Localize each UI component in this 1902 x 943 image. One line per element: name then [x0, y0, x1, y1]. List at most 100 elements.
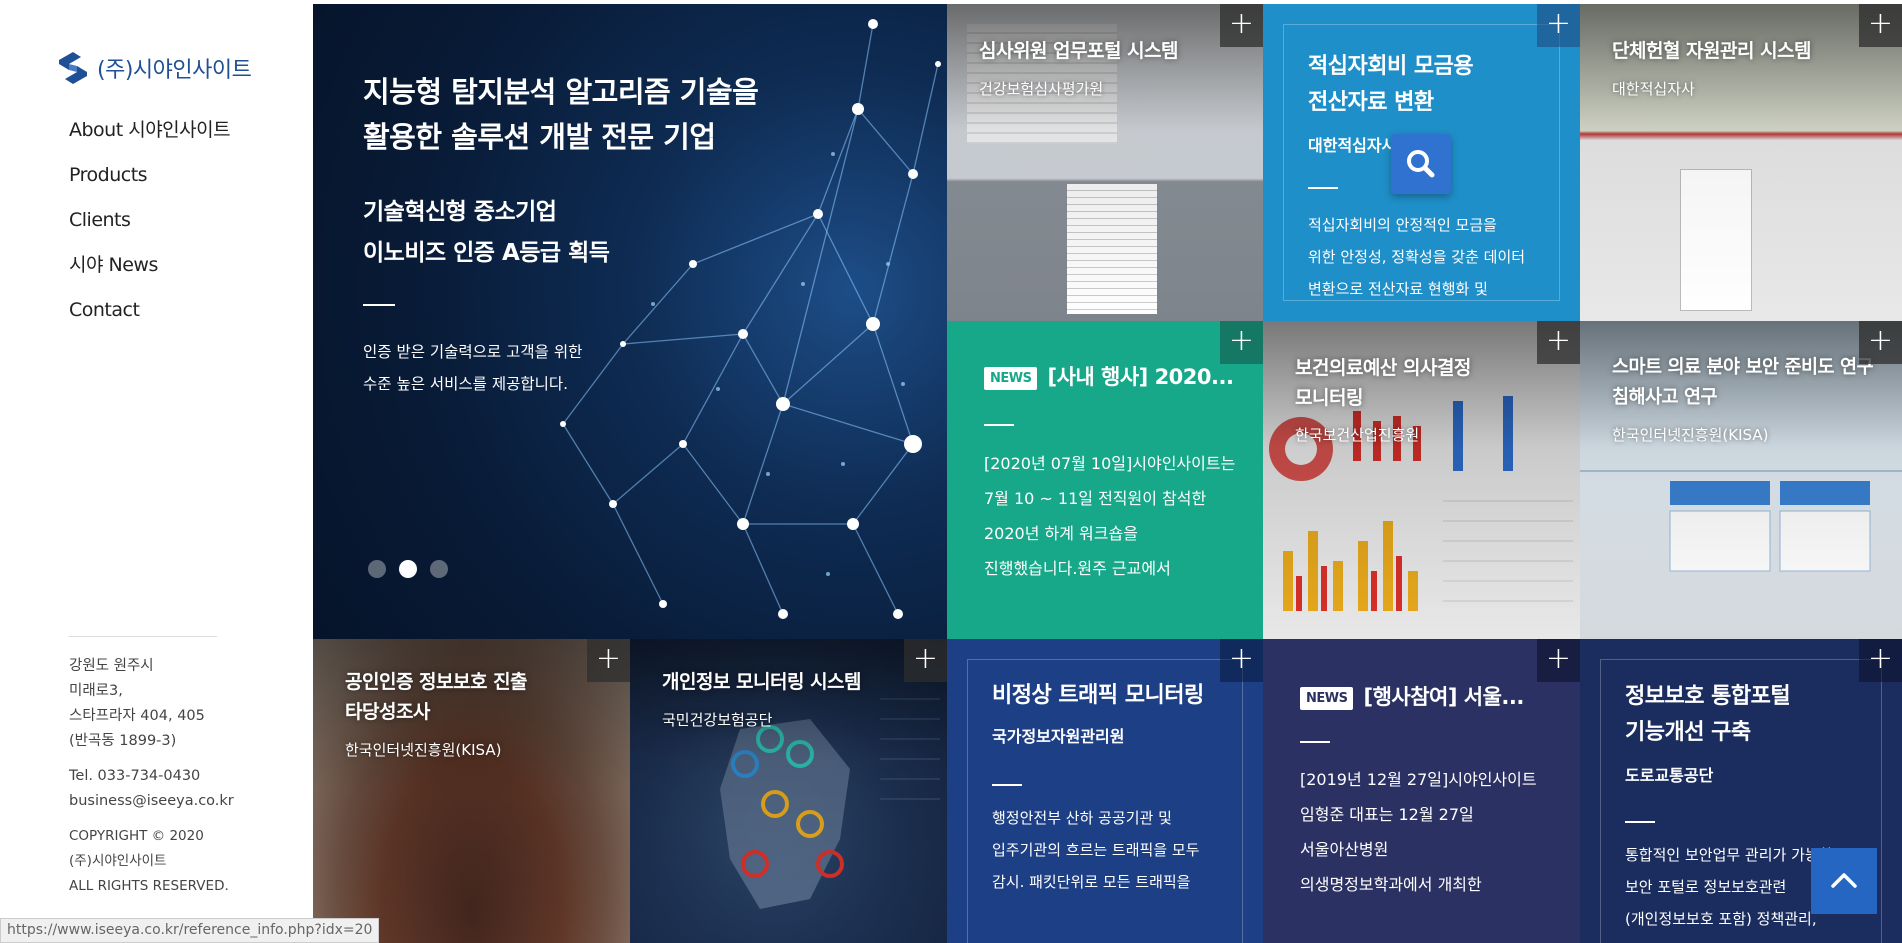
tile-description-line: [2019년 12월 27일]시야인사이트 [1300, 770, 1537, 789]
plus-icon[interactable]: + [1537, 321, 1580, 364]
search-button[interactable] [1391, 134, 1451, 194]
tile-title: 공인인증 정보보호 진출 타당성조사 [345, 667, 528, 727]
tile-client: 국민건강보험공단 [662, 711, 773, 729]
tile-client: 대한적십자사 [1308, 136, 1397, 155]
tile-description-line: 통합적인 보안업무 관리가 가능한 [1625, 846, 1833, 864]
nav-item-products[interactable]: Products [69, 157, 230, 202]
tile-description: 적십자회비의 안정적인 모금을 위한 안정성, 정확성을 갖춘 데이터 변환으로… [1308, 209, 1525, 305]
tile-title: 단체헌혈 자원관리 시스템 [1612, 40, 1812, 62]
tile-title-line: 공인인증 정보보호 진출 [345, 671, 528, 693]
news-headline: NEWS [사내 행사] 2020... [984, 361, 1234, 391]
tile-description-line: 입주기관의 흐르는 트래픽을 모두 [992, 841, 1200, 859]
tile-description-line: 서울아산병원 [1300, 840, 1389, 859]
tile-divider [1625, 821, 1655, 823]
plus-icon[interactable]: + [1859, 4, 1902, 47]
company-address: 강원도 원주시 미래로3, 스타프라자 404, 405 (반곡동 1899-3… [69, 654, 205, 754]
tile-title-line: 기능개선 구축 [1625, 720, 1751, 745]
phone-number: Tel. 033-734-0430 [69, 768, 201, 784]
email-address: business@iseeya.co.kr [69, 793, 234, 809]
tile-title: 보건의료예산 의사결정 모니터링 [1295, 353, 1471, 413]
plus-icon[interactable]: + [1859, 321, 1902, 364]
tile-description: 행정안전부 산하 공공기관 및 입주기관의 흐르는 트래픽을 모두 감시. 패킷… [992, 802, 1200, 898]
tile-title-line: 침해사고 연구 [1612, 387, 1718, 408]
tile-title-line: 보건의료예산 의사결정 [1295, 357, 1471, 379]
copyright-line: COPYRIGHT © 2020 [69, 828, 204, 844]
tile-divider [1300, 741, 1330, 743]
tile-description-line: 7월 10 ~ 11일 전직원이 참석한 [984, 489, 1207, 508]
tile-description-line: 적십자회비의 안정적인 모금을 [1308, 216, 1497, 234]
portfolio-tile[interactable]: + 스마트 의료 분야 보안 준비도 연구 침해사고 연구 한국인터넷진흥원(K… [1580, 321, 1902, 639]
news-headline: NEWS [행사참여] 서울... [1300, 681, 1524, 711]
hero-title-line: 활용한 솔루션 개발 전문 기업 [363, 120, 716, 154]
tile-description-line: 2020년 하계 워크숍을 [984, 524, 1138, 543]
main-nav: About 시야인사이트 Products Clients 시야 News Co… [69, 112, 231, 337]
news-badge: NEWS [1300, 686, 1354, 710]
news-tile[interactable]: + NEWS [행사참여] 서울... [2019년 12월 27일]시야인사이트… [1263, 639, 1580, 943]
copyright: COPYRIGHT © 2020 (주)시야인사이트 ALL RIGHTS RE… [69, 824, 229, 899]
nav-item-clients[interactable]: Clients [69, 202, 230, 247]
slider-dot-3[interactable] [430, 560, 448, 578]
address-line: (반곡동 1899-3) [69, 733, 177, 749]
nav-item-news[interactable]: 시야 News [69, 247, 230, 292]
copyright-line: ALL RIGHTS RESERVED. [69, 878, 229, 894]
slider-dot-2[interactable] [399, 560, 417, 578]
scroll-top-button[interactable] [1811, 848, 1877, 914]
tile-description-line: 위한 안정성, 정확성을 갖춘 데이터 [1308, 248, 1526, 266]
plus-icon[interactable]: + [1220, 639, 1263, 682]
hero-subtitle-line: 기술혁신형 중소기업 [363, 199, 557, 225]
browser-status-url: https://www.iseeya.co.kr/reference_info.… [0, 918, 380, 943]
page: (주)시야인사이트 About 시야인사이트 Products Clients … [0, 0, 1902, 943]
portfolio-tile[interactable]: + 보건의료예산 의사결정 모니터링 한국보건산업진흥원 [1263, 321, 1580, 639]
hero-description-line: 수준 높은 서비스를 제공합니다. [363, 375, 569, 393]
logo[interactable]: (주)시야인사이트 [55, 50, 252, 86]
portfolio-tile-active[interactable]: + 적십자회비 모금용 전산자료 변환 대한적십자사 적십자회비의 안정적인 모… [1263, 4, 1580, 321]
tile-title-line: 전산자료 변환 [1308, 90, 1434, 115]
tile-title-line: 스마트 의료 분야 보안 준비도 연구 [1612, 357, 1874, 378]
slider-pagination [368, 560, 448, 578]
plus-icon[interactable]: + [1537, 4, 1580, 47]
tile-description-line: 임형준 대표는 12월 27일 [1300, 805, 1474, 824]
logo-mark-icon [59, 52, 87, 84]
tile-title: 적십자회비 모금용 전산자료 변환 [1308, 49, 1474, 121]
portfolio-tile[interactable]: + 심사위원 업무포털 시스템 건강보험심사평가원 [947, 4, 1263, 321]
hero-subtitle-line: 이노비즈 인증 A등급 획득 [363, 240, 610, 266]
tile-title-line: 정보보호 통합포털 [1625, 684, 1791, 709]
tile-description-line: 의생명정보학과에서 개최한 [1300, 875, 1482, 894]
tile-title-line: 타당성조사 [345, 701, 430, 723]
slider-dot-1[interactable] [368, 560, 386, 578]
portfolio-tile[interactable]: + 개인정보 모니터링 시스템 국민건강보험공단 [630, 639, 947, 943]
news-headline-text: [사내 행사] 2020... [1047, 365, 1234, 389]
tile-description: 통합적인 보안업무 관리가 가능한 보안 포털로 정보보호관련 (개인정보보호 … [1625, 839, 1833, 935]
tile-description: [2019년 12월 27일]시야인사이트 임형준 대표는 12월 27일 서울… [1300, 762, 1537, 902]
plus-icon[interactable]: + [1537, 639, 1580, 682]
sidebar-divider [69, 636, 217, 637]
nav-item-about[interactable]: About 시야인사이트 [69, 112, 231, 157]
sidebar: (주)시야인사이트 About 시야인사이트 Products Clients … [0, 0, 313, 943]
news-headline-text: [행사참여] 서울... [1363, 685, 1524, 709]
news-badge: NEWS [984, 366, 1038, 390]
logo-text: (주)시야인사이트 [97, 58, 252, 83]
hero-description: 인증 받은 기술력으로 고객을 위한 수준 높은 서비스를 제공합니다. [363, 336, 582, 400]
plus-icon[interactable]: + [904, 639, 947, 682]
plus-icon[interactable]: + [587, 639, 630, 682]
tile-divider [992, 784, 1022, 786]
portfolio-tile[interactable]: + 단체헌혈 자원관리 시스템 대한적십자사 [1580, 4, 1902, 321]
tile-title-line: 모니터링 [1295, 387, 1363, 409]
tile-description: [2020년 07월 10일]시야인사이트는 7월 10 ~ 11일 전직원이 … [984, 446, 1235, 586]
tile-description-line: 보안 포털로 정보보호관련 [1625, 878, 1787, 896]
tile-description-line: 변환으로 전산자료 현행화 및 [1308, 280, 1488, 298]
tile-client: 한국인터넷진흥원(KISA) [345, 741, 502, 759]
plus-icon[interactable]: + [1859, 639, 1902, 682]
portfolio-tile[interactable]: + 공인인증 정보보호 진출 타당성조사 한국인터넷진흥원(KISA) [313, 639, 630, 943]
hero-title-line: 지능형 탐지분석 알고리즘 기술을 [363, 75, 759, 109]
news-tile[interactable]: + NEWS [사내 행사] 2020... [2020년 07월 10일]시야인… [947, 321, 1263, 639]
address-line: 미래로3, [69, 683, 123, 699]
portfolio-tile[interactable]: + 비정상 트래픽 모니터링 국가정보자원관리원 행정안전부 산하 공공기관 및… [947, 639, 1263, 943]
plus-icon[interactable]: + [1220, 4, 1263, 47]
company-contact: Tel. 033-734-0430 business@iseeya.co.kr [69, 764, 234, 814]
copyright-line: (주)시야인사이트 [69, 853, 167, 869]
tile-title: 스마트 의료 분야 보안 준비도 연구 침해사고 연구 [1612, 353, 1874, 413]
tile-description-line: (개인정보보호 포함) 정책관리, [1625, 910, 1817, 928]
nav-item-contact[interactable]: Contact [69, 292, 230, 337]
plus-icon[interactable]: + [1220, 321, 1263, 364]
